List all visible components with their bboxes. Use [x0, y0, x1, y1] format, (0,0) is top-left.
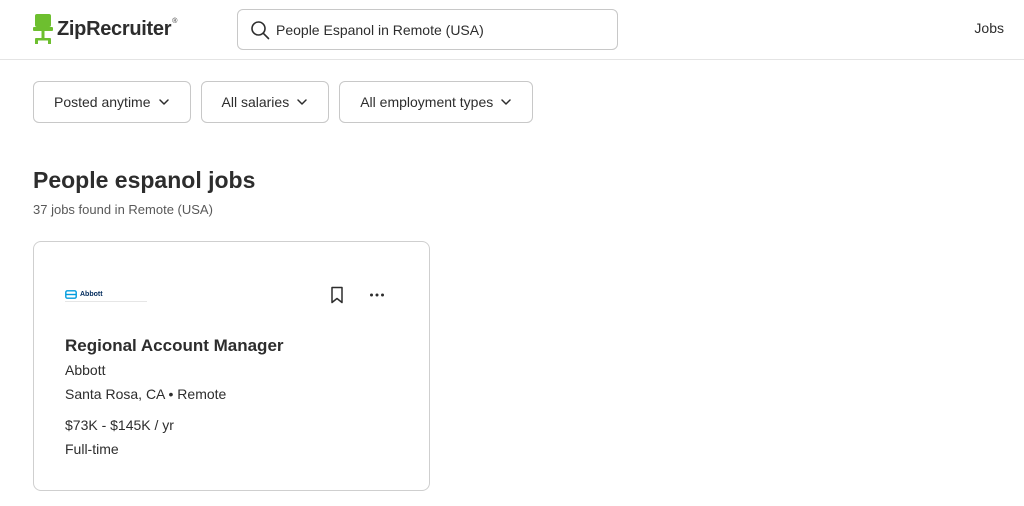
- abbott-logo-icon: [65, 290, 77, 299]
- company-logo-text: Abbott: [80, 291, 103, 298]
- company-logo: Abbott: [65, 288, 147, 302]
- chair-logo-icon: [33, 14, 53, 44]
- bookmark-icon: [331, 286, 343, 304]
- search-box[interactable]: [237, 9, 618, 50]
- save-job-button[interactable]: [325, 283, 349, 307]
- job-company: Abbott: [65, 362, 106, 378]
- filter-bar: Posted anytime All salaries All employme…: [33, 81, 534, 123]
- filter-salary-button[interactable]: All salaries: [200, 81, 330, 123]
- filter-posted-date-button[interactable]: Posted anytime: [33, 81, 191, 123]
- job-salary: $73K - $145K / yr: [65, 417, 174, 433]
- top-header: ZipRecruiter® Jobs: [0, 0, 1024, 60]
- page-title: People espanol jobs: [33, 167, 256, 193]
- more-options-icon: [370, 293, 384, 297]
- chevron-down-icon: [501, 99, 512, 105]
- chevron-down-icon: [158, 99, 169, 105]
- filter-salary-label: All salaries: [221, 94, 290, 110]
- job-employment-type: Full-time: [65, 441, 119, 457]
- chevron-down-icon: [297, 99, 307, 105]
- filter-employment-type-label: All employment types: [360, 94, 494, 110]
- search-icon: [251, 20, 270, 39]
- search-input[interactable]: [276, 21, 606, 38]
- results-count: 37 jobs found in Remote (USA): [33, 202, 213, 217]
- nav-jobs-link[interactable]: Jobs: [974, 20, 1004, 36]
- job-location: Santa Rosa, CA • Remote: [65, 386, 227, 402]
- filter-employment-type-button[interactable]: All employment types: [339, 81, 534, 123]
- job-card[interactable]: Abbott Regional Account Manager Abbott S…: [33, 241, 430, 491]
- ziprecruiter-logo[interactable]: ZipRecruiter®: [33, 13, 177, 45]
- more-options-button[interactable]: [365, 283, 389, 307]
- logo-wordmark: ZipRecruiter®: [57, 17, 178, 40]
- job-title-link[interactable]: Regional Account Manager: [65, 336, 284, 356]
- filter-posted-date-label: Posted anytime: [54, 94, 151, 110]
